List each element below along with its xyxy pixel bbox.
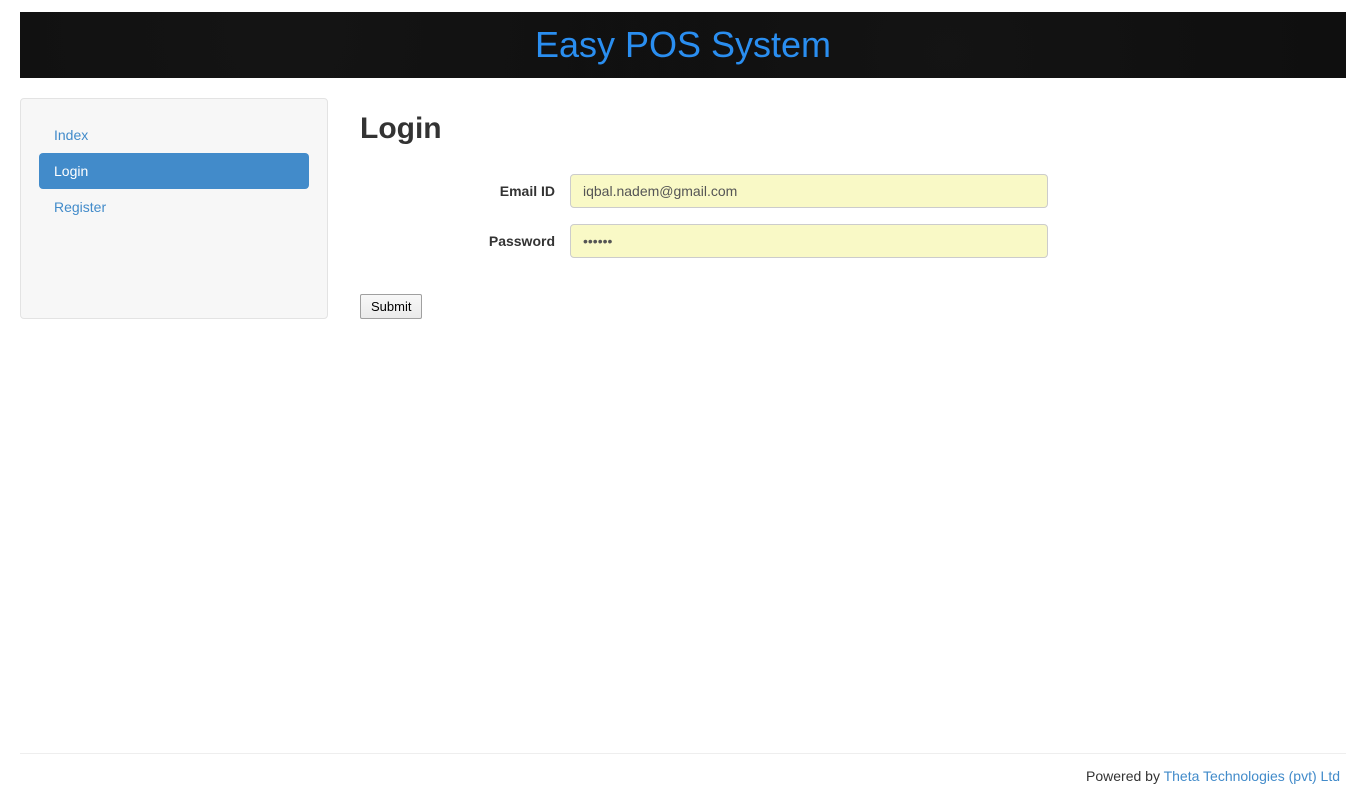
password-field[interactable] xyxy=(570,224,1048,258)
form-row-password: Password xyxy=(360,224,1336,258)
password-label: Password xyxy=(360,233,570,249)
submit-button[interactable]: Submit xyxy=(360,294,422,319)
email-field[interactable] xyxy=(570,174,1048,208)
email-label: Email ID xyxy=(360,183,570,199)
sidebar-item-login[interactable]: Login xyxy=(39,153,309,189)
header: Easy POS System xyxy=(20,12,1346,78)
footer: Powered by Theta Technologies (pvt) Ltd xyxy=(20,753,1346,784)
sidebar-item-register[interactable]: Register xyxy=(39,189,309,225)
content-wrapper: Index Login Register Login Email ID Pass… xyxy=(20,98,1346,319)
main-content: Login Email ID Password Submit xyxy=(328,98,1346,319)
sidebar-item-index[interactable]: Index xyxy=(39,117,309,153)
sidebar: Index Login Register xyxy=(20,98,328,319)
page-title: Login xyxy=(360,112,1336,146)
app-title: Easy POS System xyxy=(535,24,831,66)
form-row-email: Email ID xyxy=(360,174,1336,208)
